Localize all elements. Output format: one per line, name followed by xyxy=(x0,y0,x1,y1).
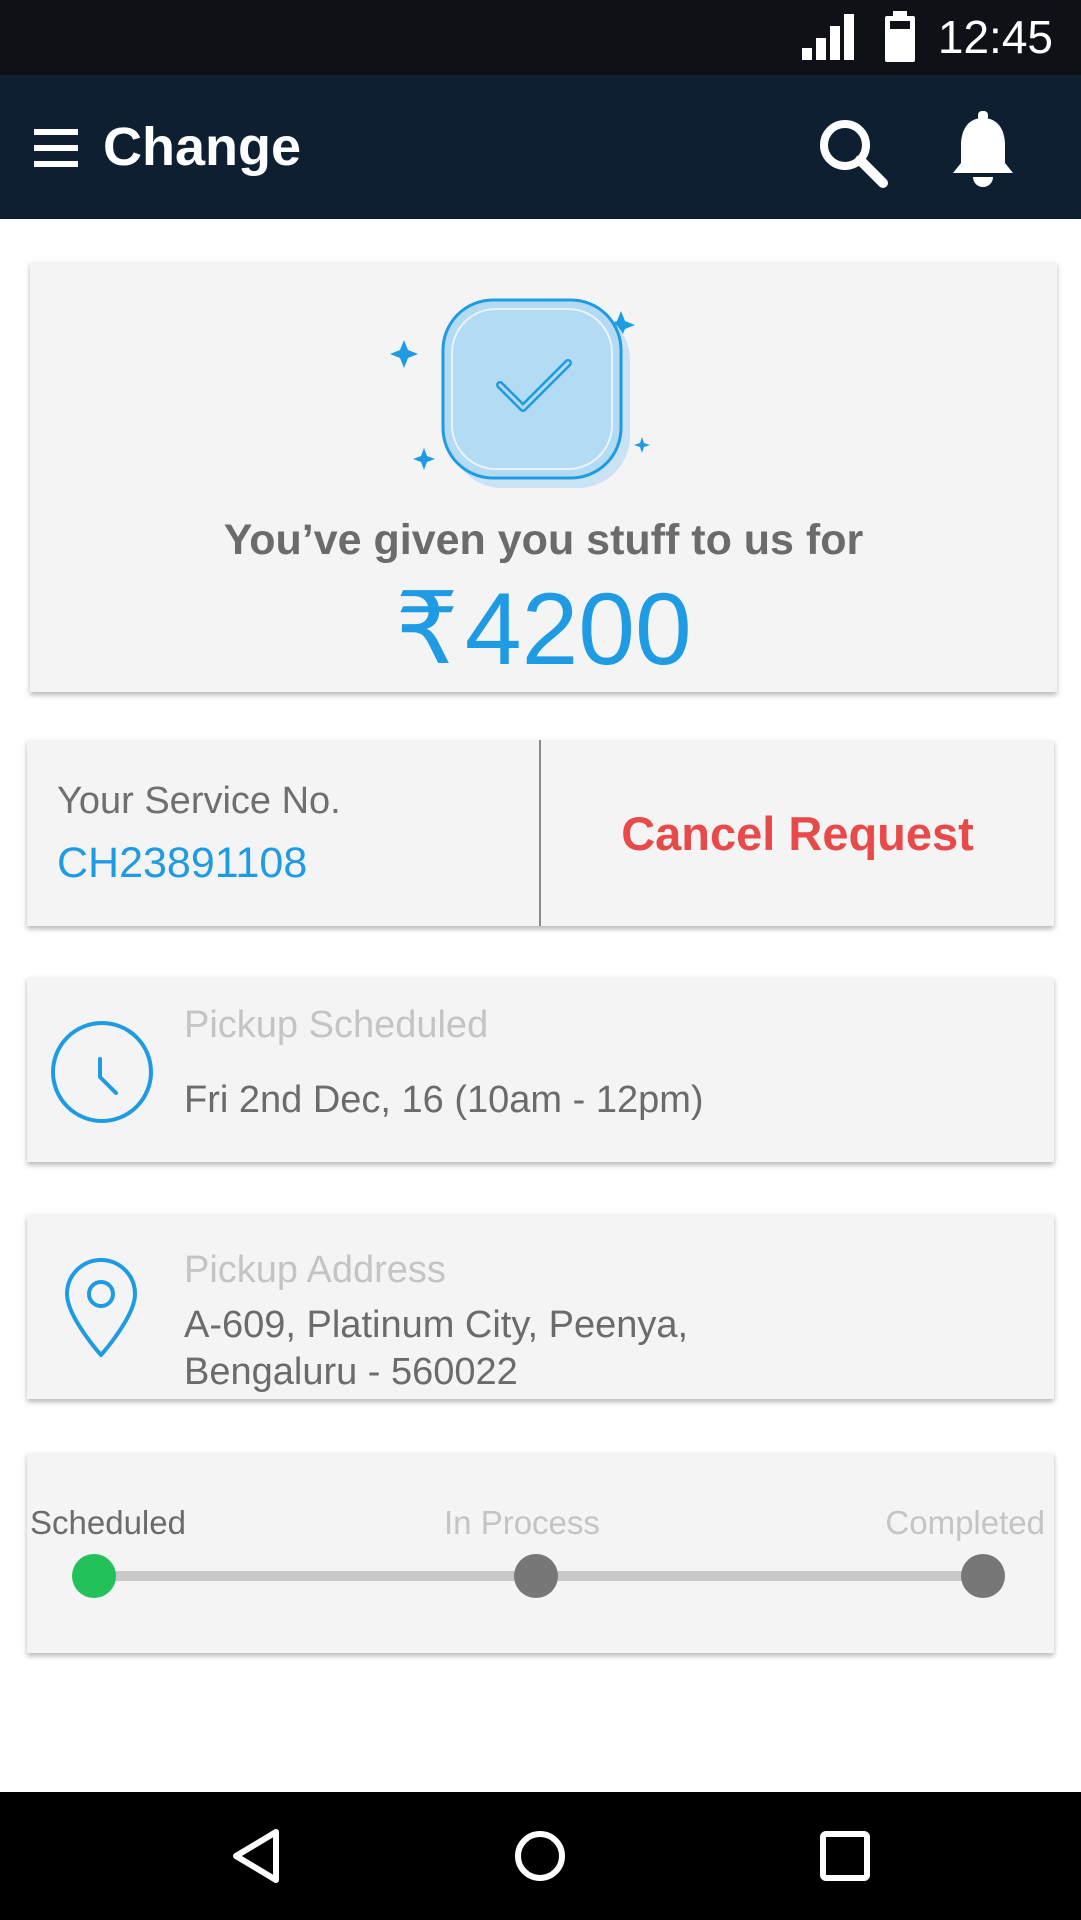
page-title: Change xyxy=(103,117,302,177)
success-check-illustration xyxy=(390,298,650,488)
order-status-card: Scheduled In Process Completed xyxy=(27,1453,1054,1653)
service-number-label: Your Service No. xyxy=(57,780,341,822)
app-bar: Change xyxy=(0,75,1081,219)
summary-card: You’ve given you stuff to us for ₹4200 xyxy=(30,262,1057,692)
clock-icon xyxy=(51,1021,153,1123)
pickup-schedule-card: Pickup Scheduled Fri 2nd Dec, 16 (10am -… xyxy=(27,977,1054,1162)
step-dot-in-process xyxy=(514,1554,558,1598)
system-navigation-bar xyxy=(0,1792,1081,1920)
pickup-schedule-label: Pickup Scheduled xyxy=(184,1004,489,1046)
service-number: CH23891108 xyxy=(57,839,308,887)
menu-icon[interactable] xyxy=(32,127,80,174)
service-card: Your Service No. CH23891108 Cancel Reque… xyxy=(27,740,1054,926)
pickup-schedule-value: Fri 2nd Dec, 16 (10am - 12pm) xyxy=(184,1079,704,1121)
battery-icon xyxy=(885,11,915,62)
summary-amount: ₹4200 xyxy=(30,574,1057,715)
step-dot-completed xyxy=(961,1554,1005,1598)
signal-icon xyxy=(802,14,854,60)
pickup-address-label: Pickup Address xyxy=(184,1249,446,1291)
cancel-request-button[interactable]: Cancel Request xyxy=(541,740,1054,926)
step-dot-scheduled xyxy=(72,1554,116,1598)
back-icon[interactable] xyxy=(228,1826,284,1886)
search-icon[interactable] xyxy=(813,113,893,198)
status-bar: 12:45 xyxy=(0,0,1081,75)
recents-icon[interactable] xyxy=(817,1826,873,1886)
notification-bell-icon[interactable] xyxy=(950,111,1016,196)
address-line-2: Bengaluru - 560022 xyxy=(184,1351,518,1393)
summary-message: You’ve given you stuff to us for xyxy=(223,516,864,564)
pickup-address-card: Pickup Address A-609, Platinum City, Pee… xyxy=(27,1214,1054,1399)
step-label-in-process: In Process xyxy=(444,1504,600,1541)
status-time: 12:45 xyxy=(937,11,1053,63)
address-line-1: A-609, Platinum City, Peenya, xyxy=(184,1304,689,1346)
step-label-completed: Completed xyxy=(885,1504,1045,1541)
currency-symbol: ₹ xyxy=(395,573,459,685)
home-icon[interactable] xyxy=(512,1826,568,1886)
pickup-address-value: A-609, Platinum City, Peenya, Bengaluru … xyxy=(184,1302,688,1396)
amount-value: 4200 xyxy=(464,572,692,686)
step-label-scheduled: Scheduled xyxy=(30,1504,186,1541)
location-pin-icon xyxy=(65,1258,137,1357)
